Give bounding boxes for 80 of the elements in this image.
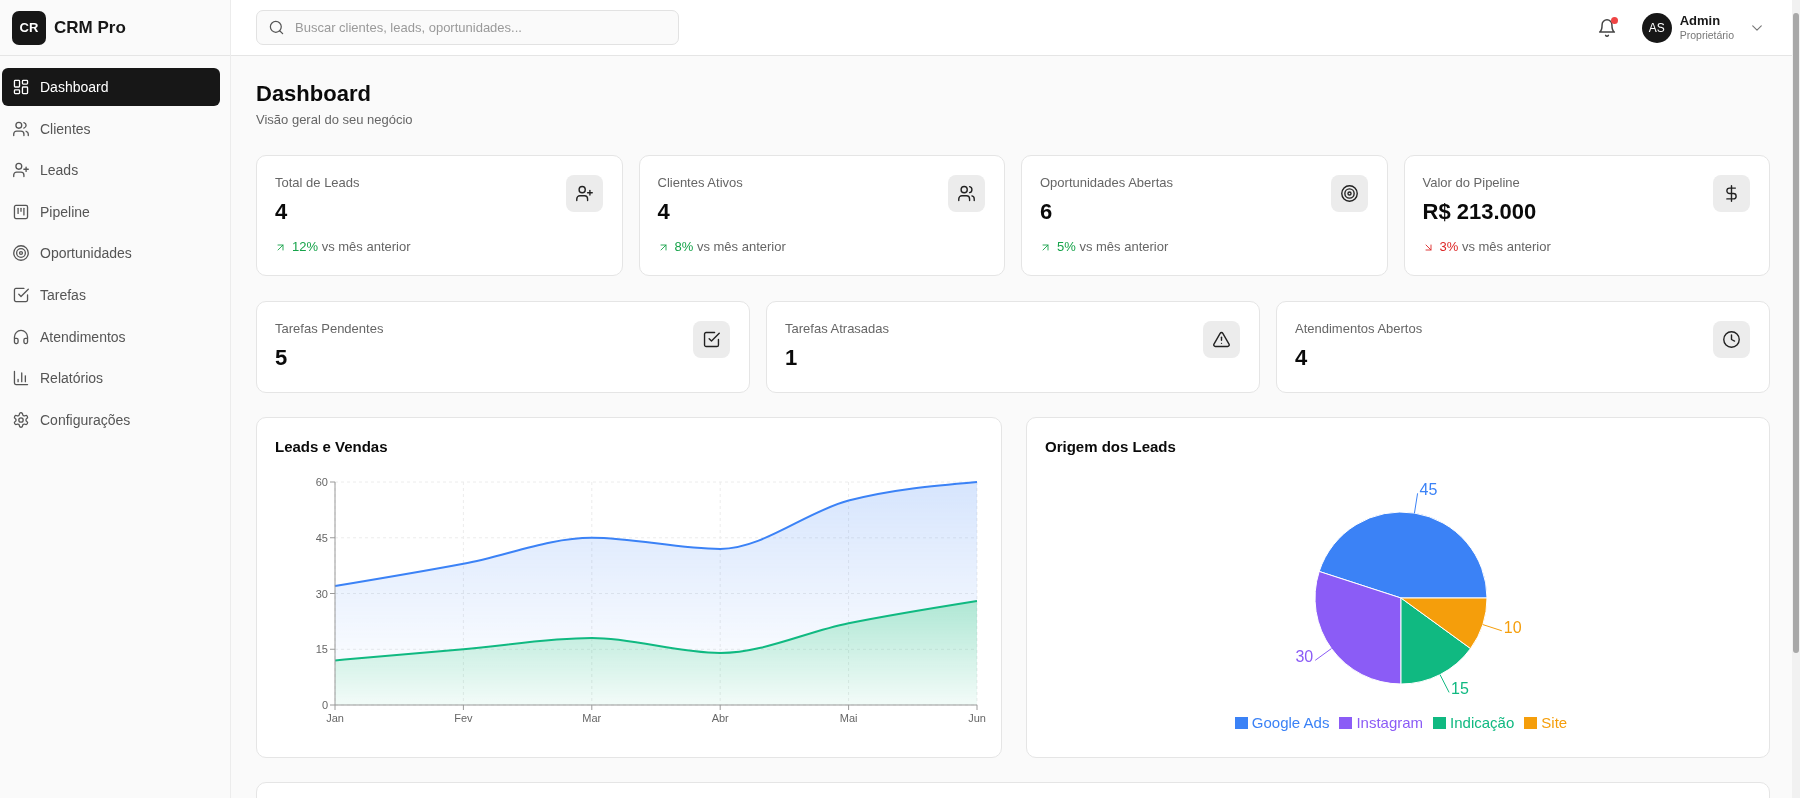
trend-text: 12% vs mês anterior	[292, 239, 411, 255]
stat-label: Tarefas Atrasadas	[785, 321, 890, 337]
data-label: 30	[1295, 648, 1314, 666]
stat-label: Valor do Pipeline	[1422, 175, 1520, 191]
data-label: 45	[1419, 481, 1438, 499]
bell-icon	[1597, 18, 1616, 37]
nav-item[interactable]: Leads	[2, 151, 220, 190]
nav-item[interactable]: Configurações	[2, 400, 220, 439]
stat-label: Oportunidades Abertas	[1040, 175, 1173, 191]
data-label: 10	[1503, 618, 1522, 636]
target-icon	[1330, 175, 1368, 212]
nav-item[interactable]: Atendimentos	[2, 317, 220, 356]
axis-label: Jan	[326, 712, 344, 724]
bar-chart-icon	[13, 370, 29, 387]
user-name: Admin	[1679, 13, 1722, 28]
chart-title: Leads e Vendas	[275, 437, 388, 457]
leader-line	[1439, 674, 1450, 693]
target-icon	[13, 245, 29, 262]
nav-item[interactable]: Pipeline	[2, 192, 220, 231]
nav-item[interactable]: Dashboard	[2, 68, 220, 106]
legend-label: Indicação	[1450, 713, 1515, 733]
app-name: CRM Pro	[54, 17, 126, 38]
axis-label: 60	[315, 476, 328, 488]
stat-label: Total de Leads	[275, 175, 360, 191]
stat-value: R$ 213.000	[1422, 198, 1537, 226]
legend-label: Google Ads	[1251, 713, 1330, 733]
page-title: Dashboard	[256, 80, 372, 108]
headphones-icon	[13, 328, 29, 345]
user-role: Proprietário	[1679, 27, 1734, 42]
stat-value: 1	[785, 344, 798, 372]
leader-line	[1482, 624, 1503, 632]
stat-value: 4	[657, 198, 670, 226]
axis-label: Mar	[582, 712, 602, 724]
grid-icon	[13, 79, 29, 95]
stat-value: 5	[275, 344, 288, 372]
logo: CR	[12, 10, 46, 45]
checkbox-icon	[13, 286, 29, 303]
legend-label: Site	[1541, 713, 1568, 733]
axis-label: 0	[321, 699, 328, 711]
warning-icon	[1203, 321, 1240, 358]
dollar-icon	[1713, 175, 1750, 212]
leader-line	[1314, 648, 1332, 661]
stat-label: Atendimentos Abertos	[1295, 321, 1423, 337]
nav-item[interactable]: Relatórios	[2, 359, 220, 398]
stat-value: 4	[275, 198, 288, 226]
settings-icon	[13, 411, 29, 428]
legend-label: Instagram	[1356, 713, 1424, 733]
page-subtitle: Visão geral do seu negócio	[256, 112, 414, 128]
axis-label: Mai	[839, 712, 858, 724]
scrollbar[interactable]	[1792, 0, 1800, 798]
axis-label: Jun	[968, 712, 986, 724]
data-label: 15	[1451, 680, 1469, 698]
person-plus-icon	[13, 162, 29, 179]
person-plus-icon	[565, 175, 603, 212]
search-icon	[269, 20, 284, 35]
axis-label: 45	[315, 531, 328, 544]
people-icon	[948, 175, 985, 212]
clock-icon	[1713, 321, 1750, 358]
trend-text: 5% vs mês anterior	[1057, 239, 1169, 255]
axis-label: 15	[315, 643, 328, 656]
stat-value: 6	[1040, 198, 1053, 226]
chevron-down-icon[interactable]	[1752, 24, 1762, 31]
stat-label: Tarefas Pendentes	[275, 321, 384, 337]
people-icon	[13, 120, 29, 137]
nav-item[interactable]: Oportunidades	[2, 234, 220, 273]
trend-text: 8% vs mês anterior	[674, 239, 786, 255]
stat-value: 4	[1295, 344, 1308, 372]
avatar[interactable]: AS	[1641, 12, 1672, 43]
trend-text: 3% vs mês anterior	[1439, 239, 1551, 255]
chart-title: Origem dos Leads	[1045, 437, 1176, 457]
nav-item[interactable]: Clientes	[2, 109, 220, 148]
nav-item[interactable]: Tarefas	[2, 275, 220, 314]
axis-label: 30	[315, 587, 328, 600]
checkbox-icon	[693, 321, 730, 358]
board-icon	[13, 203, 29, 220]
search-field[interactable]: Buscar clientes, leads, oportunidades...	[256, 10, 679, 45]
stat-label: Clientes Ativos	[657, 175, 743, 191]
axis-label: Fev	[454, 712, 473, 724]
axis-label: Abr	[711, 712, 729, 724]
leader-line	[1413, 492, 1419, 514]
